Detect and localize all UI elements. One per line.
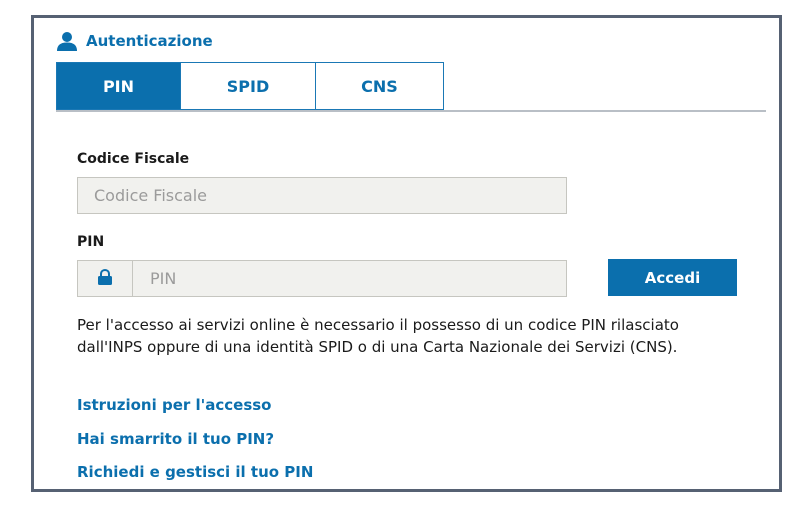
info-text: Per l'accesso ai servizi online è necess… xyxy=(77,316,679,356)
instructions-link[interactable]: Istruzioni per l'accesso xyxy=(77,396,271,414)
tab-cns[interactable]: CNS xyxy=(315,62,444,110)
authentication-panel: Autenticazione PIN SPID CNS Codice Fisca… xyxy=(31,15,782,492)
user-icon xyxy=(56,31,78,51)
auth-tabs: PIN SPID CNS xyxy=(56,62,766,112)
lost-pin-link[interactable]: Hai smarrito il tuo PIN? xyxy=(77,430,274,448)
pin-input[interactable] xyxy=(132,260,567,297)
auth-header: Autenticazione xyxy=(56,29,213,53)
codice-fiscale-label: Codice Fiscale xyxy=(77,151,190,167)
tab-spid[interactable]: SPID xyxy=(180,62,316,110)
tab-pin[interactable]: PIN xyxy=(56,62,181,110)
request-pin-link[interactable]: Richiedi e gestisci il tuo PIN xyxy=(77,463,313,481)
auth-title: Autenticazione xyxy=(86,32,213,50)
pin-label: PIN xyxy=(77,234,105,250)
pin-input-group xyxy=(77,260,567,297)
pin-addon xyxy=(77,260,133,297)
accedi-button[interactable]: Accedi xyxy=(608,259,737,296)
codice-fiscale-input[interactable] xyxy=(77,177,567,214)
lock-icon xyxy=(96,268,114,289)
